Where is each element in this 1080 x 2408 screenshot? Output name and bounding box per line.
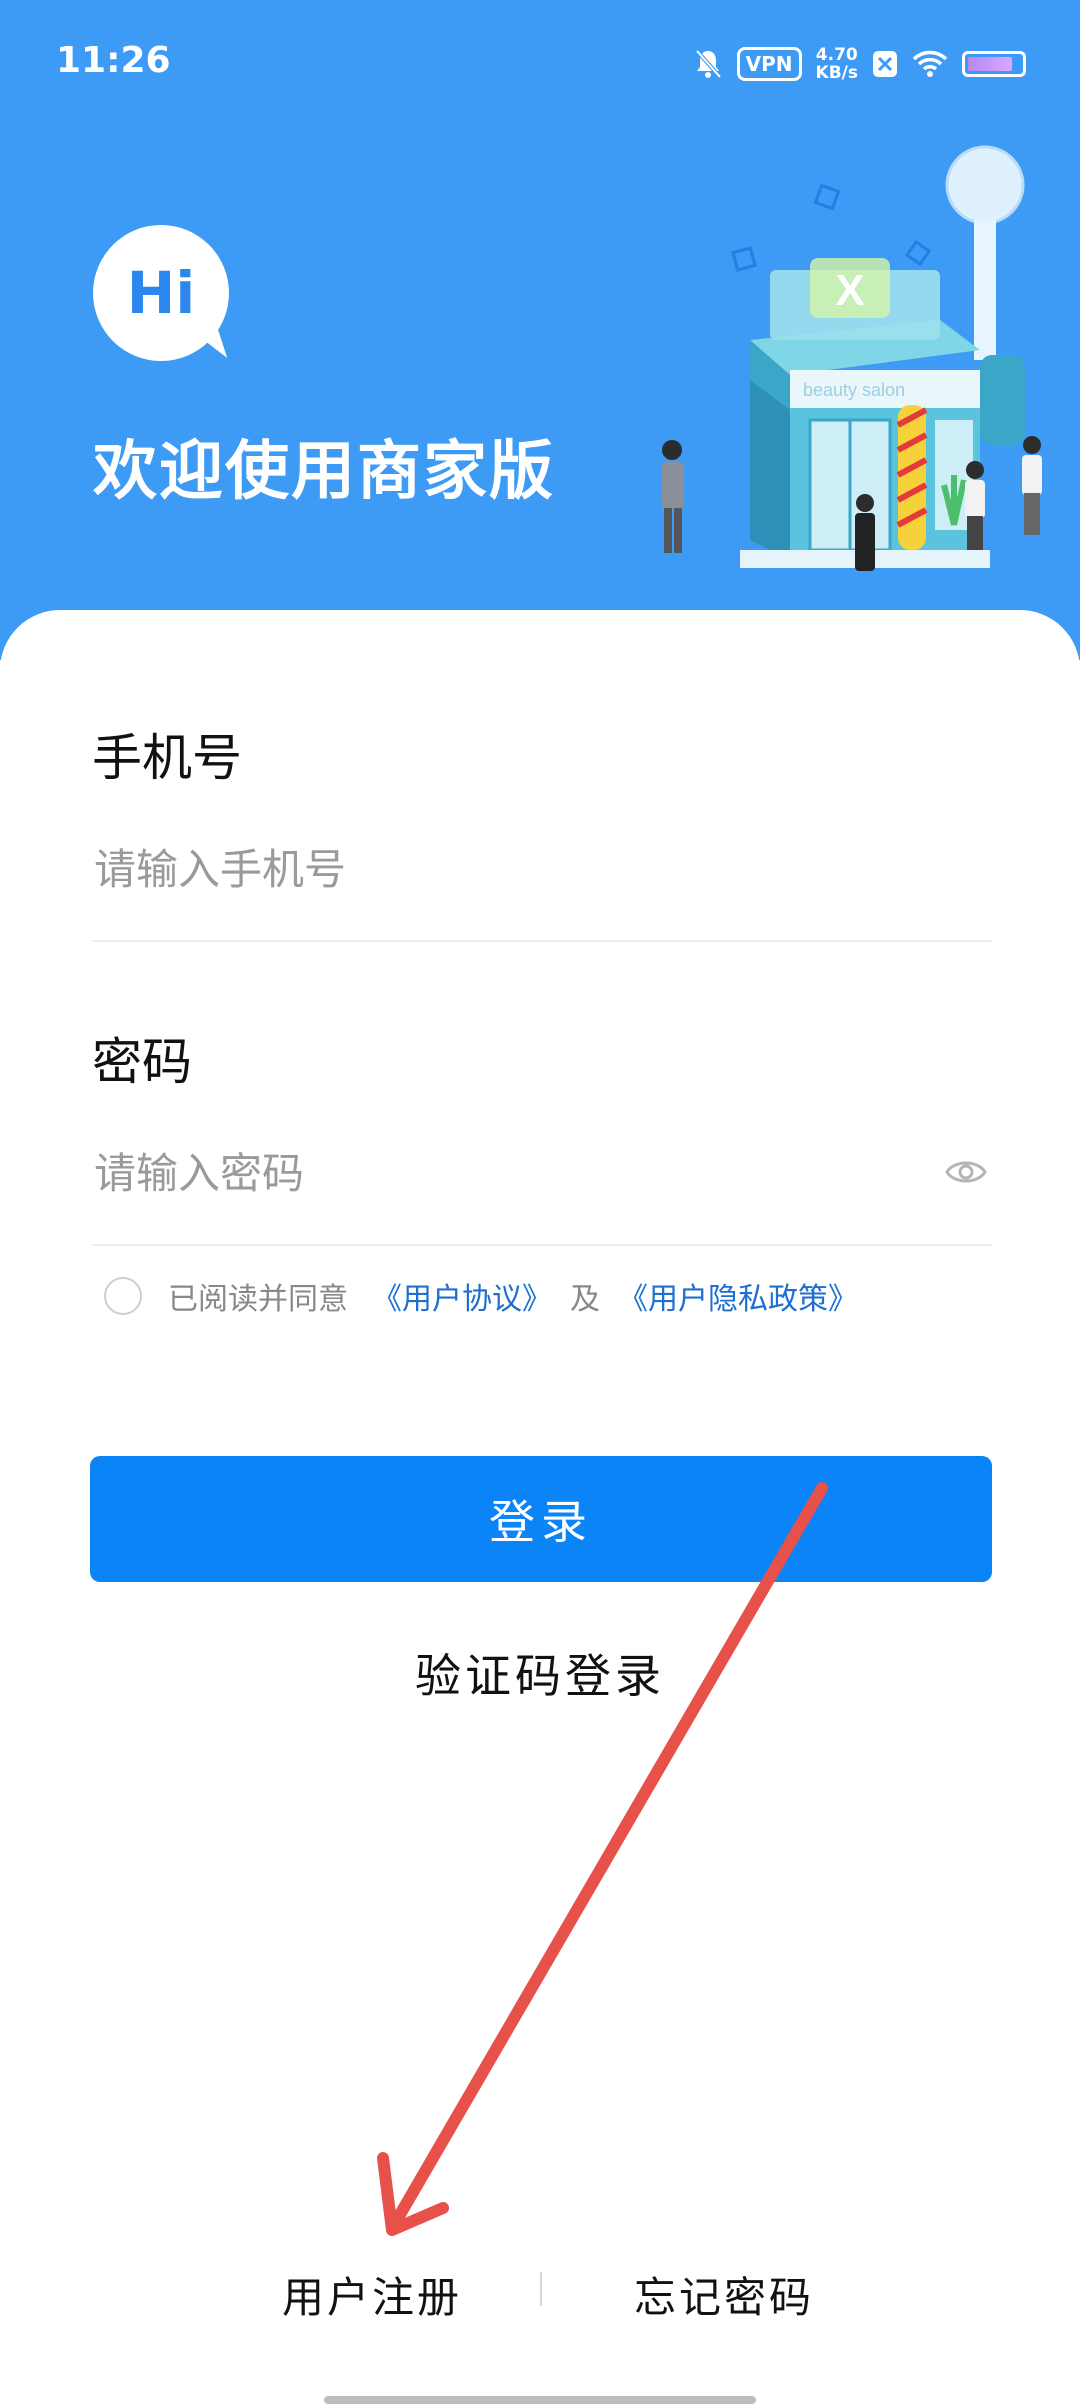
- status-icons: VPN 4.70 KB/s: [693, 44, 1026, 84]
- shop-illustration: X beauty salon: [662, 145, 1042, 571]
- battery-fill: [968, 57, 1013, 71]
- speed-unit: KB/s: [815, 63, 858, 83]
- register-link[interactable]: 用户注册: [282, 2264, 462, 2325]
- password-input[interactable]: [92, 1132, 926, 1214]
- bell-muted-icon: [695, 49, 722, 79]
- speed-value: 4.70: [815, 45, 858, 65]
- app-notification-icon: [873, 51, 897, 77]
- privacy-policy-link[interactable]: 《用户隐私政策》: [618, 1274, 858, 1318]
- phone-divider: [92, 940, 992, 942]
- status-bar: 11:26 VPN 4.70 KB/s: [0, 0, 1080, 120]
- welcome-title: 欢迎使用商家版: [93, 435, 555, 509]
- network-speed: 4.70 KB/s: [816, 46, 858, 82]
- illustration-sign-text: beauty salon: [803, 380, 905, 400]
- password-divider: [92, 1244, 992, 1246]
- phone-input[interactable]: [92, 828, 996, 910]
- sms-code-login-link[interactable]: 验证码登录: [0, 1640, 1080, 1706]
- show-password-eye-icon[interactable]: [944, 1152, 988, 1192]
- hi-logo: Hi: [93, 225, 229, 361]
- phone-label: 手机号: [92, 729, 242, 787]
- login-button[interactable]: 登录: [90, 1456, 992, 1582]
- header-banner: 11:26 VPN 4.70 KB/s Hi 欢迎使用商家版 X beauty …: [0, 0, 1080, 660]
- agree-checkbox[interactable]: [104, 1277, 142, 1315]
- wifi-icon: [912, 50, 948, 77]
- password-label: 密码: [92, 1033, 192, 1091]
- svg-text:X: X: [835, 266, 864, 315]
- agree-text: 已阅读并同意: [168, 1282, 348, 1317]
- battery-icon: [962, 51, 1026, 77]
- vpn-badge: VPN: [736, 47, 802, 81]
- user-agreement-link[interactable]: 《用户协议》: [372, 1274, 552, 1318]
- footer-separator: [540, 2272, 542, 2306]
- hi-logo-text: Hi: [126, 259, 196, 327]
- status-time: 11:26: [56, 40, 171, 81]
- home-indicator[interactable]: [324, 2396, 756, 2404]
- agreement-row: 已阅读并同意 《用户协议》 及 《用户隐私政策》: [104, 1274, 858, 1318]
- agree-and: 及: [570, 1282, 600, 1317]
- forgot-password-link[interactable]: 忘记密码: [634, 2264, 814, 2325]
